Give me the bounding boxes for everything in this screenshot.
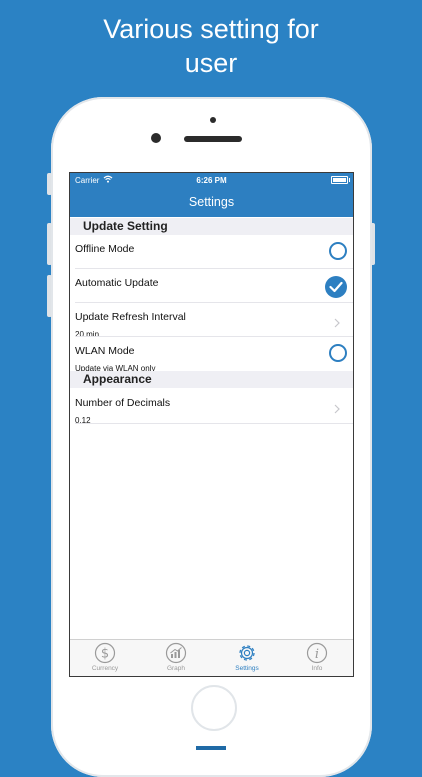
tab-label: Graph xyxy=(166,665,186,672)
tab-label: Currency xyxy=(91,665,119,672)
setting-label: Number of Decimals xyxy=(75,397,171,409)
checkmark-icon[interactable] xyxy=(325,276,347,298)
tab-info[interactable]: i Info xyxy=(282,642,352,676)
navigation-bar: Carrier 6:26 PM Settings xyxy=(70,173,353,217)
setting-row-number-of-decimals[interactable]: Number of Decimals 0.12 xyxy=(70,389,353,425)
tab-currency[interactable]: $ Currency xyxy=(70,642,140,676)
setting-label: Update Refresh Interval xyxy=(75,311,186,323)
settings-table: Update Setting Offline Mode Automatic Up… xyxy=(70,217,353,639)
earpiece-speaker xyxy=(184,136,242,142)
tab-label: Info xyxy=(311,665,323,672)
info-icon: i xyxy=(306,642,328,664)
tab-label: Settings xyxy=(235,665,259,672)
proximity-sensor xyxy=(210,117,216,123)
svg-text:i: i xyxy=(315,647,319,662)
tab-bar: $ Currency Graph Settings i Info xyxy=(70,639,353,676)
headline-line-1: Various setting for xyxy=(103,14,319,44)
svg-text:$: $ xyxy=(101,647,109,662)
battery-icon xyxy=(331,176,350,184)
setting-row-update-refresh-interval[interactable]: Update Refresh Interval 20 min xyxy=(70,303,353,339)
phone-frame: Carrier 6:26 PM Settings Update Setting … xyxy=(51,97,372,777)
chevron-right-icon xyxy=(334,315,340,333)
status-time: 6:26 PM xyxy=(196,176,227,185)
setting-row-offline-mode[interactable]: Offline Mode xyxy=(70,235,353,269)
setting-row-automatic-update[interactable]: Automatic Update xyxy=(70,269,353,303)
chevron-right-icon xyxy=(334,401,340,419)
app-screen: Carrier 6:26 PM Settings Update Setting … xyxy=(69,172,354,677)
bottom-edge-mark xyxy=(196,746,226,750)
radio-unchecked-icon[interactable] xyxy=(329,242,347,260)
graph-icon xyxy=(165,642,187,664)
radio-unchecked-icon[interactable] xyxy=(329,344,347,362)
section-header-update-setting: Update Setting xyxy=(70,218,353,235)
front-camera xyxy=(151,133,161,143)
section-header-label: Update Setting xyxy=(83,219,168,233)
promo-headline: Various setting for user xyxy=(0,12,422,80)
status-bar: Carrier 6:26 PM xyxy=(70,173,353,187)
page-title: Settings xyxy=(188,195,235,209)
row-divider xyxy=(75,423,353,424)
home-button[interactable] xyxy=(191,685,237,731)
setting-label: Offline Mode xyxy=(75,243,135,255)
setting-row-wlan-mode[interactable]: WLAN Mode Update via WLAN only xyxy=(70,337,353,373)
tab-graph[interactable]: Graph xyxy=(141,642,211,676)
dollar-icon: $ xyxy=(94,642,116,664)
tab-settings[interactable]: Settings xyxy=(212,642,282,676)
gear-icon xyxy=(239,645,255,661)
section-header-appearance: Appearance xyxy=(70,371,353,388)
setting-label: WLAN Mode xyxy=(75,345,135,357)
setting-label: Automatic Update xyxy=(75,277,159,289)
headline-line-2: user xyxy=(184,48,238,78)
section-header-label: Appearance xyxy=(83,372,152,386)
